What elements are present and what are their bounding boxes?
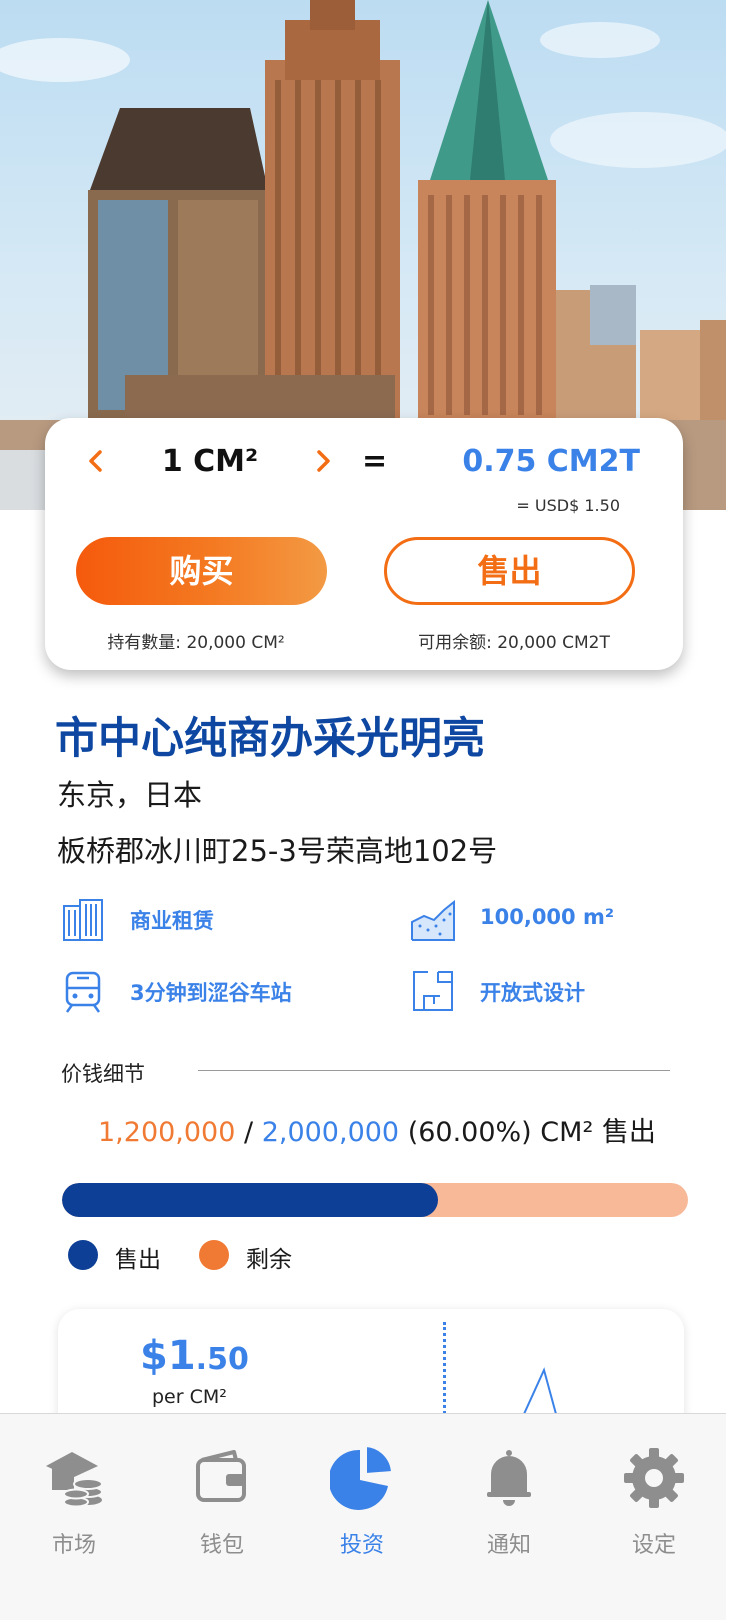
property-address: 板桥郡冰川町25-3号荣高地102号	[57, 834, 498, 868]
price-detail-heading: 价钱细节	[61, 1062, 145, 1086]
unit-amount: 1 CM²	[161, 444, 259, 479]
tab-invest-label: 投资	[339, 1533, 384, 1558]
property-title: 市中心纯商办采光明亮	[55, 714, 485, 764]
floor-plan-icon	[410, 968, 456, 1014]
sold-progress-fill	[62, 1183, 438, 1217]
sell-button[interactable]: 售出	[384, 537, 635, 605]
available-balance: 可用余额: 20,000 CM2T	[418, 633, 610, 653]
legend-sold-label: 售出	[115, 1247, 161, 1273]
feature-layout: 开放式设计	[480, 981, 585, 1005]
price-unit-label: per CM²	[152, 1386, 227, 1408]
tab-notifications[interactable]: 通知	[449, 1436, 569, 1576]
bell-icon	[487, 1450, 531, 1506]
tab-notifications-label: 通知	[486, 1533, 531, 1558]
token-value: 0.75 CM2T	[462, 444, 640, 479]
buy-button[interactable]: 购买	[76, 537, 327, 605]
tab-market-label: 市场	[51, 1533, 96, 1558]
chart-marker-line	[443, 1322, 446, 1414]
legend-sold-swatch	[68, 1240, 98, 1270]
chevron-left-icon	[89, 450, 102, 472]
legend-remaining-swatch	[199, 1240, 229, 1270]
divider	[198, 1070, 670, 1071]
tab-invest[interactable]: 投资	[302, 1436, 422, 1576]
holdings-amount: 持有數量: 20,000 CM²	[107, 633, 285, 653]
price-minor: .50	[195, 1342, 249, 1377]
feature-transit: 3分钟到涩谷车站	[130, 981, 292, 1005]
feature-area: 100,000 m²	[480, 905, 615, 929]
wallet-icon	[196, 1450, 246, 1502]
sold-progress-bar	[62, 1183, 688, 1217]
gear-icon	[624, 1448, 684, 1508]
sold-amount: 1,200,000	[98, 1117, 236, 1148]
tab-settings-label: 设定	[631, 1533, 676, 1558]
train-icon	[60, 968, 106, 1014]
tab-wallet[interactable]: 钱包	[162, 1436, 282, 1576]
legend-remaining-label: 剩余	[246, 1247, 292, 1273]
area-chart-icon	[410, 896, 456, 942]
sold-separator: /	[235, 1117, 262, 1148]
tab-wallet-label: 钱包	[199, 1533, 244, 1558]
feature-usage: 商业租赁	[130, 909, 214, 933]
total-amount: 2,000,000	[261, 1117, 400, 1148]
tab-market[interactable]: 市场	[14, 1436, 134, 1576]
price-mini-chart	[523, 1367, 557, 1414]
prev-unit-button[interactable]	[86, 448, 106, 474]
next-unit-button[interactable]	[313, 448, 333, 474]
usd-value: = USD$ 1.50	[516, 496, 620, 515]
pie-chart-icon	[330, 1446, 394, 1510]
property-city: 东京，日本	[57, 778, 203, 812]
tab-settings[interactable]: 设定	[594, 1436, 714, 1576]
market-icon	[46, 1452, 103, 1508]
office-building-icon	[60, 896, 106, 942]
sold-summary: 1,200,000 / 2,000,000 (60.00%) CM² 售出	[98, 1110, 656, 1149]
price-per-unit: $1.50	[140, 1333, 249, 1379]
equals-sign: =	[362, 444, 388, 479]
chevron-right-icon	[317, 450, 330, 472]
sold-suffix: (60.00%) CM² 售出	[399, 1117, 656, 1148]
price-major: $1	[140, 1333, 196, 1379]
